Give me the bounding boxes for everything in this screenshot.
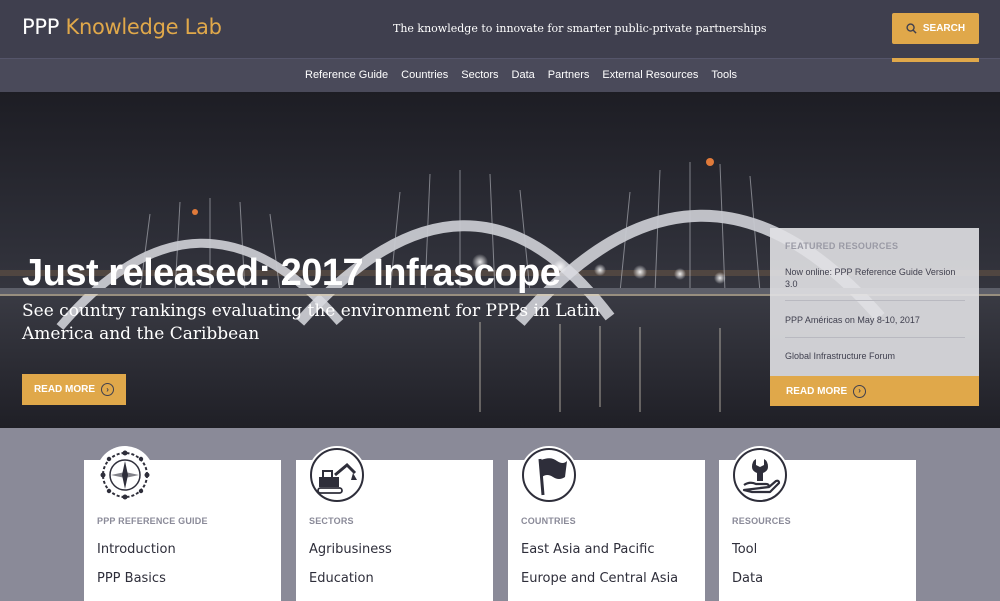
nav-data[interactable]: Data [512, 69, 535, 81]
card-category-label: SECTORS [309, 516, 354, 526]
arrow-right-circle-icon: › [101, 383, 115, 396]
flag-icon [520, 446, 578, 504]
nav-reference-guide[interactable]: Reference Guide [305, 69, 388, 81]
card-link-agribusiness[interactable]: Agribusiness [309, 542, 392, 557]
card-resources: RESOURCES Tool Data [719, 446, 916, 601]
card-category-label: COUNTRIES [521, 516, 576, 526]
card-link-ppp-basics[interactable]: PPP Basics [97, 571, 166, 586]
featured-item-reference-guide[interactable]: Now online: PPP Reference Guide Version … [785, 266, 965, 290]
hero-banner: Just released: 2017 Infrascope See count… [0, 92, 1000, 428]
featured-read-more-label: READ MORE [786, 385, 848, 397]
card-link-education[interactable]: Education [309, 571, 374, 586]
main-nav: Reference Guide Countries Sectors Data P… [0, 58, 1000, 92]
hero-subtitle: See country rankings evaluating the envi… [22, 301, 600, 344]
card-category-label: RESOURCES [732, 516, 791, 526]
featured-item-ppp-americas[interactable]: PPP Américas on May 8-10, 2017 [785, 314, 965, 326]
card-category-label: PPP REFERENCE GUIDE [97, 516, 208, 526]
hero-title: Just released: 2017 Infrascope [22, 252, 561, 294]
card-link-east-asia-pacific[interactable]: East Asia and Pacific [521, 542, 654, 557]
card-link-data[interactable]: Data [732, 571, 763, 586]
card-link-tool[interactable]: Tool [732, 542, 757, 557]
nav-countries[interactable]: Countries [401, 69, 448, 81]
search-underline [892, 58, 979, 62]
excavator-icon [308, 446, 366, 504]
card-link-introduction[interactable]: Introduction [97, 542, 176, 557]
nav-partners[interactable]: Partners [548, 69, 590, 81]
featured-heading: FEATURED RESOURCES [785, 241, 899, 251]
card-reference-guide: PPP REFERENCE GUIDE Introduction PPP Bas… [84, 446, 281, 601]
top-header: PPP Knowledge Lab The knowledge to innov… [0, 0, 1000, 58]
site-logo[interactable]: PPP Knowledge Lab [22, 15, 222, 39]
search-button[interactable]: SEARCH [892, 13, 979, 44]
divider [785, 300, 965, 301]
featured-item-global-forum[interactable]: Global Infrastructure Forum [785, 350, 965, 362]
search-label: SEARCH [922, 23, 966, 34]
featured-read-more-button[interactable]: READ MORE › [770, 376, 979, 406]
hero-read-more-button[interactable]: READ MORE › [22, 374, 126, 405]
nav-external-resources[interactable]: External Resources [602, 69, 698, 81]
compass-icon [96, 446, 154, 504]
search-icon [906, 23, 917, 34]
card-sectors: SECTORS Agribusiness Education [296, 446, 493, 601]
card-link-europe-central-asia[interactable]: Europe and Central Asia [521, 571, 678, 586]
nav-tools[interactable]: Tools [711, 69, 737, 81]
hero-read-more-label: READ MORE [33, 384, 96, 395]
site-tagline: The knowledge to innovate for smarter pu… [393, 22, 767, 35]
category-cards: PPP REFERENCE GUIDE Introduction PPP Bas… [0, 428, 1000, 601]
divider [785, 337, 965, 338]
arrow-right-circle-icon: › [853, 384, 867, 398]
nav-sectors[interactable]: Sectors [461, 69, 498, 81]
card-countries: COUNTRIES East Asia and Pacific Europe a… [508, 446, 705, 601]
wrench-hand-icon [731, 446, 789, 504]
